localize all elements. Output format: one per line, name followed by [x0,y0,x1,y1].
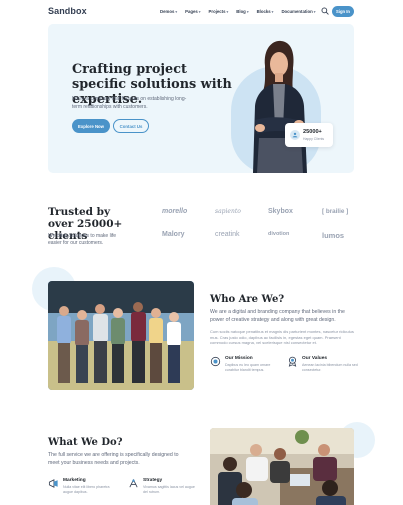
feature-text: Dapibus eu leo quam ornare curabitur bla… [225,363,271,372]
office-meeting-photo [210,428,354,505]
team-photo [48,281,194,390]
feature-text: Vivamus sagittis lacus vel augue del rut… [143,485,195,494]
menu-label: Documentation [281,9,313,14]
feature-marketing: Marketing Nulla vitae elit libero pharet… [48,478,118,502]
client-logo: Malory [162,231,185,238]
feature-title: Marketing [63,478,86,483]
feature-title: Strategy [143,478,163,483]
chevron-down-icon: ▾ [313,9,316,14]
main-menu: Demos ▾ Pages ▾ Projects ▾ Blog ▾ Blocks ▾ Do… [160,9,315,14]
hero-subtitle: We're a company that focuses on establis… [72,96,187,110]
top-navbar: Sandbox Demos ▾ Pages ▾ Projects ▾ Blog ▾ Bl… [0,0,403,24]
feature-strategy: Strategy Vivamus sagittis lacus vel augu… [128,478,198,502]
feature-text: Nulla vitae elit libero pharetra augue d… [63,485,110,494]
menu-label: Blocks [256,9,271,14]
who-paragraph: We are a digital and branding company th… [210,309,345,323]
what-paragraph: The full service we are offering is spec… [48,452,179,466]
who-body-text: Cum sociis natoque penatibus et magnis d… [210,329,354,346]
chevron-down-icon: ▾ [226,9,229,14]
client-logo: morello [162,208,188,215]
who-title: Who Are We? [210,294,285,305]
menu-item-blocks[interactable]: Blocks ▾ [257,9,274,14]
menu-label: Projects [208,9,226,14]
menu-item-pages[interactable]: Pages ▾ [185,9,200,14]
client-logo: [ brailie ] [322,208,349,215]
chevron-down-icon: ▾ [271,9,274,14]
happy-clients-card: 25000+ Happy Clients [285,123,333,147]
stat-value: 25000+ [303,129,322,135]
client-logo: sapiento [215,208,241,215]
menu-item-projects[interactable]: Projects ▾ [209,9,229,14]
award-icon [288,356,297,367]
feature-mission: Our Mission Dapibus eu leo quam ornare c… [210,356,280,380]
users-icon [290,130,300,140]
client-logos: morello sapiento Skybox [ brailie ] Malo… [160,205,354,243]
menu-item-demos[interactable]: Demos ▾ [160,9,177,14]
menu-item-blog[interactable]: Blog ▾ [236,9,248,14]
client-logo: Skybox [268,208,293,215]
menu-label: Blog [236,9,246,14]
logo[interactable]: Sandbox [48,6,87,16]
feature-values: Our Values Aenean lacinia bibendum nulla… [287,356,358,380]
explore-now-button[interactable]: Explore Now [72,119,110,133]
feature-title: Our Mission [225,356,253,361]
trusted-subtitle: We bring solutions to make life easier f… [48,233,116,247]
what-title: What We Do? [48,437,123,448]
compass-icon [129,478,138,488]
feature-title: Our Values [302,356,328,361]
client-logo: creatink [215,231,240,238]
megaphone-icon [48,479,58,488]
hero-section: Crafting project specific solutions with… [48,24,354,173]
menu-label: Pages [185,9,198,14]
target-icon [210,356,221,367]
client-logo: divotion [268,231,290,237]
feature-text: Aenean lacinia bibendum nulla sed consec… [302,363,358,372]
sign-in-button[interactable]: Sign In [332,6,354,17]
menu-item-documentation[interactable]: Documentation ▾ [281,9,315,14]
menu-label: Demos [160,9,175,14]
stat-label: Happy Clients [303,137,325,141]
chevron-down-icon: ▾ [175,9,178,14]
chevron-down-icon: ▾ [198,9,201,14]
client-logo: lumos [322,231,345,240]
chevron-down-icon: ▾ [246,9,249,14]
search-icon[interactable] [321,7,329,15]
hero-woman-photo [253,40,307,173]
contact-us-button[interactable]: Contact Us [113,119,149,133]
